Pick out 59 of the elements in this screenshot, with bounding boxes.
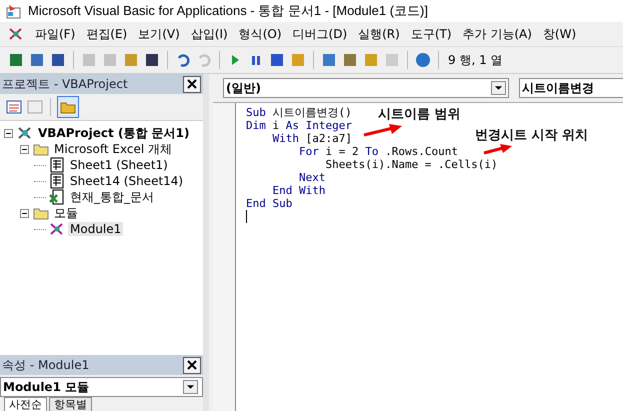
view-code-icon[interactable] (6, 99, 22, 115)
tab[interactable]: 사전순 (4, 397, 47, 411)
stop-icon[interactable] (269, 52, 285, 68)
tree-item[interactable]: Module1 (68, 222, 124, 236)
code-line: End Sub (246, 197, 292, 210)
collapse-toggle[interactable] (4, 128, 14, 138)
module-icon (49, 221, 65, 237)
text-cursor (246, 210, 247, 223)
tree-item[interactable]: Microsoft Excel 개체 (52, 140, 174, 158)
window-title: Microsoft Visual Basic for Applications - 통합 문서1 - [Module1 (코드)] (28, 2, 428, 20)
close-button[interactable] (183, 76, 201, 92)
tree-item[interactable]: Sheet14 (Sheet14) (68, 174, 186, 188)
folder-icon[interactable] (58, 97, 78, 117)
pane-title: 프로젝트 - VBAProject (2, 76, 128, 92)
menu-item[interactable]: 추가 기능(A) (462, 26, 532, 42)
code-line: Sheets(i).Name = .Cells(i) (324, 158, 498, 171)
collapse-toggle[interactable] (20, 208, 30, 218)
code-line: For i = 2 To .Rows.Count (298, 145, 458, 158)
code-line: End With (271, 184, 326, 197)
menu-item[interactable]: 디버그(D) (292, 26, 348, 42)
object-dropdown[interactable]: (일반) (223, 78, 509, 98)
menu-item[interactable]: 파일(F) (35, 26, 76, 42)
undo-icon[interactable] (175, 52, 191, 68)
vba-menu-icon (8, 26, 24, 42)
pane-title: 속성 - Module1 (2, 356, 90, 374)
menu-item[interactable]: 도구(T) (410, 26, 452, 42)
procedure-dropdown[interactable]: 시트이름변경 (519, 78, 623, 98)
menu-item[interactable]: 삽입(I) (190, 26, 228, 42)
tree-item[interactable]: VBAProject (통합 문서1) (36, 124, 192, 142)
tree-item[interactable]: 모듈 (52, 204, 80, 222)
code-line: Sub 시트이름변경() (246, 106, 352, 119)
menu-item[interactable]: 형식(O) (238, 26, 282, 42)
object-dropdown[interactable]: Module1 모듈 (0, 377, 203, 397)
sheet-icon (49, 157, 65, 173)
code-editor[interactable]: Sub 시트이름변경() Dim i As Integer With [a2:a7] For i = 2 To .Rows.Count Sheets(i).Name = .Cells(i) Next End With End Sub 시트이름 범위 번경시트 시작 위치 (213, 102, 623, 411)
menu-item[interactable]: 편집(E) (86, 26, 128, 42)
caret-icon (187, 385, 194, 389)
collapse-toggle[interactable] (20, 144, 30, 154)
caret-icon (495, 86, 502, 90)
annotation-label: 번경시트 시작 위치 (475, 127, 588, 144)
workbook-icon (49, 189, 65, 205)
cursor-position: 9 행, 1 열 (448, 52, 503, 68)
close-button[interactable] (183, 356, 201, 374)
sheet-icon (49, 173, 65, 189)
tree-item[interactable]: Sheet1 (Sheet1) (68, 158, 170, 172)
code-line: Next (298, 171, 326, 184)
menu-item[interactable]: 실행(R) (358, 26, 400, 42)
vba-app-icon (6, 3, 22, 19)
annotation-arrow (363, 123, 403, 137)
close-icon (187, 79, 197, 89)
annotation-arrow (483, 143, 513, 155)
tree-item[interactable]: 현재_통합_문서 (68, 188, 156, 206)
annotation-label: 시트이름 범위 (378, 106, 461, 123)
tab[interactable]: 항목별 (49, 397, 92, 411)
menu-item[interactable]: 창(W) (542, 26, 576, 42)
menu-item[interactable]: 보기(V) (138, 26, 180, 42)
code-line: Dim i As Integer (246, 119, 352, 132)
close-icon (187, 360, 197, 370)
code-line: With [a2:a7] (271, 132, 352, 145)
